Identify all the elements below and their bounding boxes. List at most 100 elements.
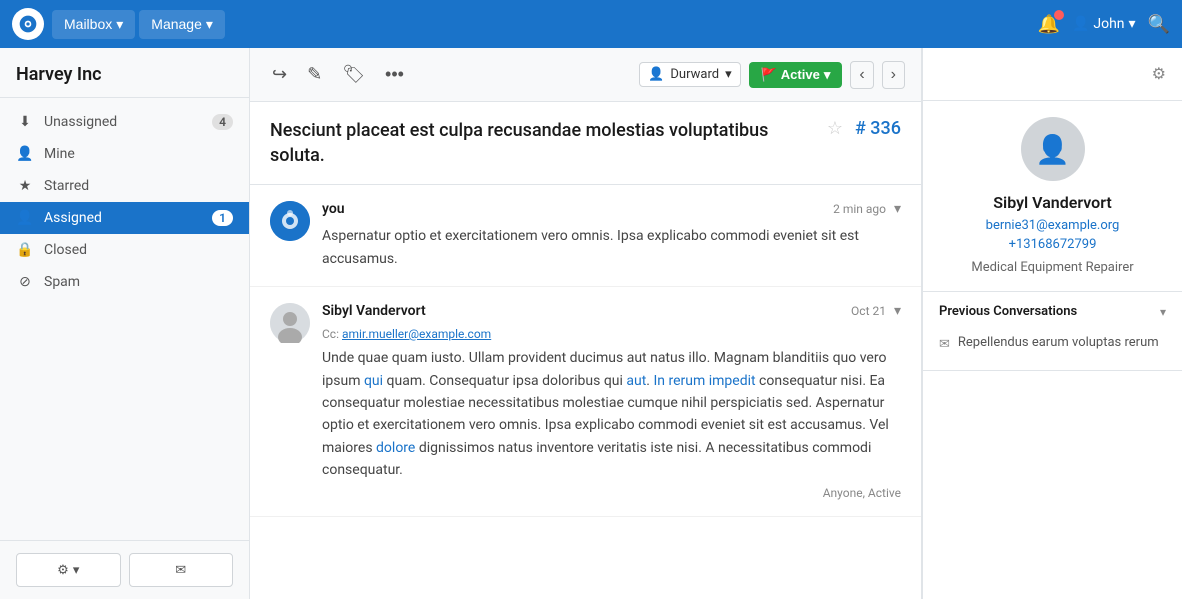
edit-btn[interactable]: ✎ — [301, 60, 328, 89]
contact-email[interactable]: bernie31@example.org — [939, 218, 1166, 233]
assigned-icon: 👤 — [16, 210, 34, 226]
contact-phone[interactable]: +13168672799 — [939, 237, 1166, 252]
spam-icon: ⊘ — [16, 274, 34, 290]
contact-settings-btn[interactable]: ⚙ — [1152, 64, 1166, 84]
flag-icon: 🚩 — [761, 67, 777, 83]
assignee-dropdown[interactable]: 👤 Durward ▾ — [639, 62, 740, 87]
message-time: 2 min ago — [833, 202, 886, 216]
conversation-title-bar: Nesciunt placeat est culpa recusandae mo… — [250, 102, 921, 185]
sidebar-item-mine[interactable]: 👤 Mine — [0, 138, 249, 170]
message-dropdown-icon[interactable]: ▾ — [894, 303, 901, 319]
sidebar-footer: ⚙ ▾ ✉ — [0, 540, 249, 599]
label-btn[interactable]: 🏷 — [336, 60, 371, 89]
prev-conv-toggle-icon[interactable]: ▾ — [1160, 305, 1166, 319]
message-avatar — [270, 303, 310, 343]
app-logo — [12, 8, 44, 40]
contact-role: Medical Equipment Repairer — [939, 260, 1166, 275]
compose-icon: ✉ — [175, 562, 186, 578]
sidebar-item-spam[interactable]: ⊘ Spam — [0, 266, 249, 298]
prev-conv-item-icon: ✉ — [939, 337, 950, 352]
message-sender: Sibyl Vandervort — [322, 303, 426, 319]
settings-chevron-icon: ▾ — [73, 562, 80, 578]
mailbox-chevron-icon: ▾ — [116, 16, 123, 33]
manage-nav-btn[interactable]: Manage ▾ — [139, 10, 225, 39]
sidebar-nav: ⬇ Unassigned 4 👤 Mine ★ Starred 👤Assigned1🔒Clos… — [0, 98, 249, 540]
avatar-icon: 👤 — [1035, 133, 1070, 166]
settings-btn[interactable]: ⚙ ▾ — [16, 553, 121, 587]
top-nav-right: 🔔 👤 John ▾ 🔍 — [1038, 14, 1170, 35]
star-icon[interactable]: ☆ — [827, 118, 843, 139]
cc-email[interactable]: amir.mueller@example.com — [342, 327, 491, 341]
message-text: Unde quae quam iusto. Ullam provident du… — [322, 347, 901, 481]
sidebar-item-starred-label: Starred — [44, 178, 233, 194]
message-time: Oct 21 — [851, 304, 886, 318]
message-item: you 2 min ago ▾ Aspernatur optio et exerci… — [250, 185, 921, 287]
sidebar-item-assigned[interactable]: 👤Assigned1 — [0, 202, 249, 234]
user-menu[interactable]: 👤 John ▾ — [1072, 16, 1136, 32]
prev-conv-item[interactable]: ✉ Repellendus earum voluptas rerum — [939, 329, 1166, 358]
contact-avatar: 👤 — [1021, 117, 1085, 181]
assignee-chevron-icon: ▾ — [725, 67, 732, 82]
top-nav: Mailbox ▾ Manage ▾ 🔔 👤 John ▾ 🔍 — [0, 0, 1182, 48]
message-body: you 2 min ago ▾ Aspernatur optio et exerci… — [322, 201, 901, 270]
contact-name: Sibyl Vandervort — [939, 193, 1166, 212]
manage-label: Manage — [151, 16, 202, 32]
sidebar-item-closed[interactable]: 🔒Closed — [0, 234, 249, 266]
previous-conversations: Previous Conversations ▾ ✉ Repellendus ea… — [923, 292, 1182, 371]
more-btn[interactable]: ••• — [379, 60, 410, 89]
prev-conv-title: Previous Conversations — [939, 304, 1077, 319]
closed-icon: 🔒 — [16, 242, 34, 258]
assignee-person-icon: 👤 — [648, 67, 664, 82]
gear-icon: ⚙ — [57, 562, 69, 578]
sidebar-item-unassigned[interactable]: ⬇ Unassigned 4 — [0, 106, 249, 138]
sidebar-item-spam-label: Spam — [44, 274, 233, 290]
message-text: Aspernatur optio et exercitationem vero … — [322, 225, 901, 270]
prev-conv-header: Previous Conversations ▾ — [939, 304, 1166, 319]
message-cc: Cc: amir.mueller@example.com — [322, 327, 901, 341]
message-item: Sibyl Vandervort Oct 21 ▾ Cc: amir.mueller… — [250, 287, 921, 516]
message-dropdown-icon[interactable]: ▾ — [894, 201, 901, 217]
conversation-toolbar: ↪ ✎ 🏷 ••• 👤 Durward ▾ 🚩 Active ▾ ‹ › — [250, 48, 921, 102]
user-label: John — [1093, 16, 1124, 32]
mailbox-label: Mailbox — [64, 16, 112, 32]
right-panel-header: ⚙ — [923, 48, 1182, 101]
message-body: Sibyl Vandervort Oct 21 ▾ Cc: amir.mueller… — [322, 303, 901, 499]
assignee-label: Durward — [670, 67, 719, 82]
prev-conversation-btn[interactable]: ‹ — [850, 61, 873, 89]
app-layout: Harvey Inc ⬇ Unassigned 4 👤 Mine ★ Starred 👤Ass… — [0, 48, 1182, 599]
status-chevron-icon: ▾ — [824, 67, 831, 83]
starred-icon: ★ — [16, 178, 34, 194]
next-conversation-btn[interactable]: › — [882, 61, 905, 89]
manage-chevron-icon: ▾ — [206, 16, 213, 33]
prev-conv-list: ✉ Repellendus earum voluptas rerum — [939, 329, 1166, 358]
notifications-btn[interactable]: 🔔 — [1038, 14, 1060, 35]
sidebar-item-unassigned-label: Unassigned — [44, 114, 202, 130]
mailbox-nav-btn[interactable]: Mailbox ▾ — [52, 10, 135, 39]
right-panel: ⚙ 👤 Sibyl Vandervort bernie31@example.or… — [922, 48, 1182, 599]
unassigned-icon: ⬇ — [16, 114, 34, 130]
main-content: ↪ ✎ 🏷 ••• 👤 Durward ▾ 🚩 Active ▾ ‹ › Nes… — [250, 48, 922, 599]
message-meta: Anyone, Active — [322, 486, 901, 500]
message-header: Sibyl Vandervort Oct 21 ▾ — [322, 303, 901, 319]
search-btn[interactable]: 🔍 — [1148, 14, 1170, 35]
mine-icon: 👤 — [16, 146, 34, 162]
conversation-title: Nesciunt placeat est culpa recusandae mo… — [270, 118, 815, 168]
sidebar-item-assigned-badge: 1 — [212, 210, 233, 226]
message-avatar — [270, 201, 310, 241]
compose-btn[interactable]: ✉ — [129, 553, 234, 587]
status-btn[interactable]: 🚩 Active ▾ — [749, 62, 843, 88]
prev-conv-item-label: Repellendus earum voluptas rerum — [958, 335, 1159, 350]
sidebar-item-mine-label: Mine — [44, 146, 233, 162]
user-chevron-icon: ▾ — [1129, 16, 1136, 32]
message-sender: you — [322, 201, 345, 217]
notification-badge — [1054, 10, 1064, 20]
sidebar-item-unassigned-badge: 4 — [212, 114, 233, 130]
message-header: you 2 min ago ▾ — [322, 201, 901, 217]
sidebar: Harvey Inc ⬇ Unassigned 4 👤 Mine ★ Starred 👤Ass… — [0, 48, 250, 599]
user-icon: 👤 — [1072, 16, 1089, 32]
status-label: Active — [781, 67, 820, 82]
contact-info: 👤 Sibyl Vandervort bernie31@example.org … — [923, 101, 1182, 292]
forward-btn[interactable]: ↪ — [266, 60, 293, 89]
sidebar-company-name: Harvey Inc — [0, 48, 249, 98]
sidebar-item-starred[interactable]: ★ Starred — [0, 170, 249, 202]
